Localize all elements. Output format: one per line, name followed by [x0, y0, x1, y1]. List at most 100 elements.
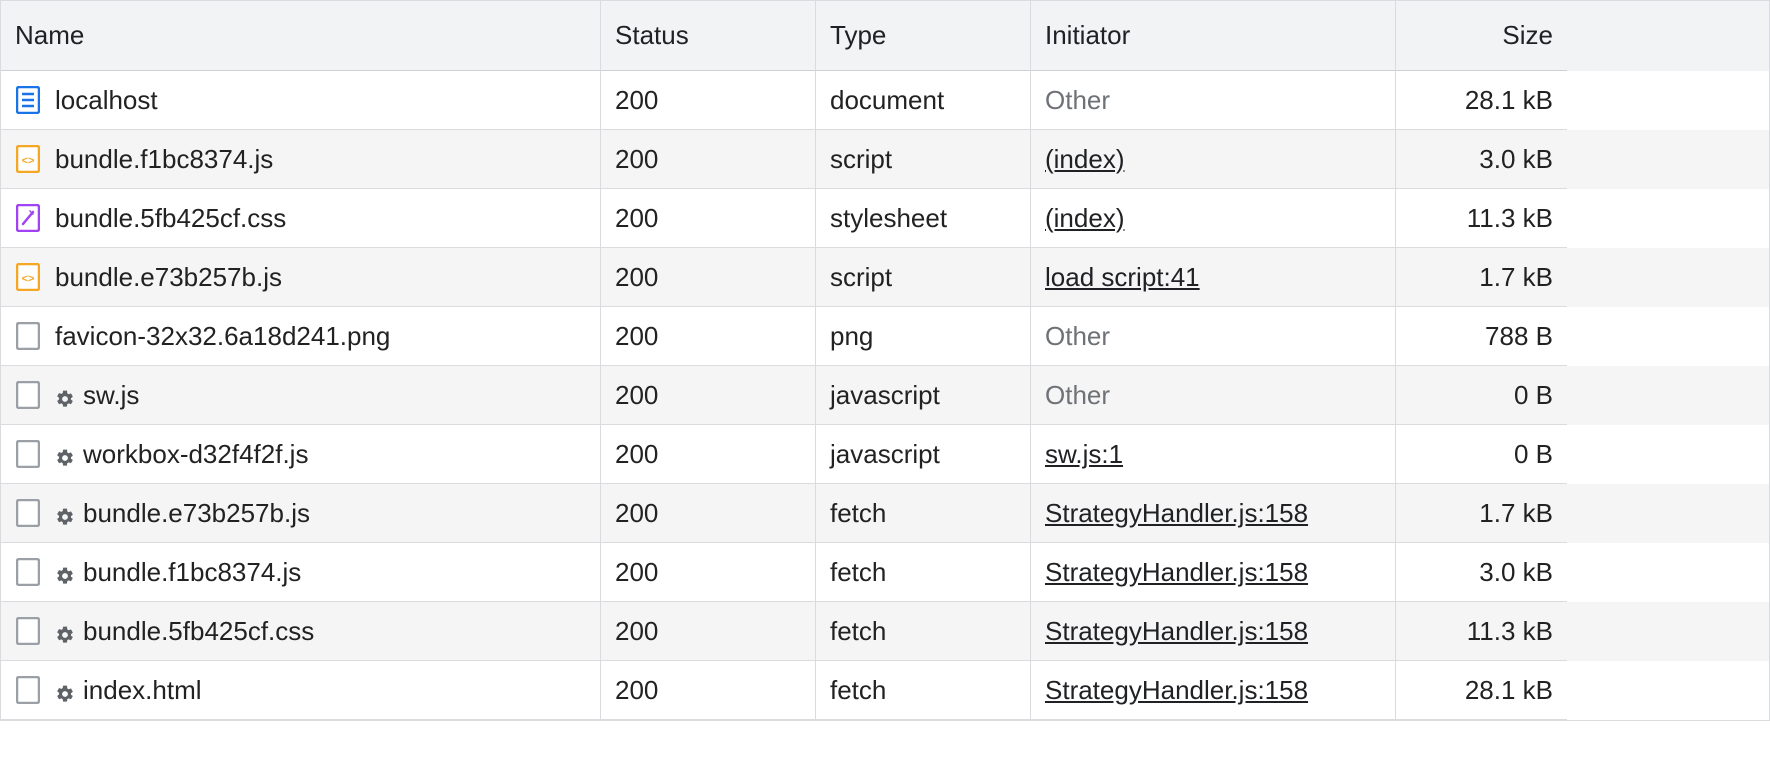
initiator-link[interactable]: (index) — [1045, 203, 1124, 234]
cell-size: 11.3 kB — [1396, 602, 1567, 661]
gear-icon — [55, 680, 75, 700]
cell-name[interactable]: bundle.e73b257b.js — [1, 484, 601, 543]
cell-status: 200 — [601, 661, 816, 720]
header-status[interactable]: Status — [601, 1, 816, 71]
cell-type: javascript — [816, 366, 1031, 425]
file-name: bundle.e73b257b.js — [55, 262, 282, 293]
cell-size: 11.3 kB — [1396, 189, 1567, 248]
cell-status: 200 — [601, 307, 816, 366]
cell-name[interactable]: favicon-32x32.6a18d241.png — [1, 307, 601, 366]
cell-size: 1.7 kB — [1396, 484, 1567, 543]
file-name: favicon-32x32.6a18d241.png — [55, 321, 390, 352]
cell-size: 3.0 kB — [1396, 543, 1567, 602]
file-name: localhost — [55, 85, 158, 116]
table-row[interactable]: bundle.f1bc8374.js200fetchStrategyHandle… — [1, 543, 1769, 602]
cell-initiator[interactable]: StrategyHandler.js:158 — [1031, 661, 1396, 720]
blank-file-icon — [15, 616, 41, 646]
table-row[interactable]: favicon-32x32.6a18d241.png200pngOther788… — [1, 307, 1769, 366]
file-name: index.html — [83, 675, 202, 706]
initiator-link[interactable]: StrategyHandler.js:158 — [1045, 616, 1308, 647]
cell-name[interactable]: localhost — [1, 71, 601, 130]
blank-file-icon — [15, 321, 41, 351]
cell-name[interactable]: bundle.f1bc8374.js — [1, 543, 601, 602]
cell-size: 3.0 kB — [1396, 130, 1567, 189]
cell-type: fetch — [816, 661, 1031, 720]
initiator-link[interactable]: StrategyHandler.js:158 — [1045, 557, 1308, 588]
file-name: bundle.5fb425cf.css — [83, 616, 314, 647]
file-name: bundle.f1bc8374.js — [55, 144, 273, 175]
cell-name[interactable]: sw.js — [1, 366, 601, 425]
gear-icon — [55, 503, 75, 523]
cell-initiator[interactable]: load script:41 — [1031, 248, 1396, 307]
gear-icon — [55, 385, 75, 405]
file-name: bundle.f1bc8374.js — [83, 557, 301, 588]
blank-file-icon — [15, 439, 41, 469]
initiator-text: Other — [1045, 85, 1110, 116]
header-type[interactable]: Type — [816, 1, 1031, 71]
blank-file-icon — [15, 557, 41, 587]
js-file-icon: <> — [15, 144, 41, 174]
header-name[interactable]: Name — [1, 1, 601, 71]
cell-size: 0 B — [1396, 366, 1567, 425]
cell-size: 788 B — [1396, 307, 1567, 366]
cell-type: fetch — [816, 602, 1031, 661]
cell-status: 200 — [601, 543, 816, 602]
cell-initiator[interactable]: (index) — [1031, 130, 1396, 189]
file-name: workbox-d32f4f2f.js — [83, 439, 308, 470]
cell-status: 200 — [601, 366, 816, 425]
initiator-link[interactable]: (index) — [1045, 144, 1124, 175]
initiator-text: Other — [1045, 380, 1110, 411]
table-row[interactable]: bundle.5fb425cf.css 200stylesheet (index) 1… — [1, 189, 1769, 248]
cell-initiator: Other — [1031, 307, 1396, 366]
cell-name[interactable]: bundle.5fb425cf.css — [1, 189, 601, 248]
table-row[interactable]: bundle.5fb425cf.css 200fetch StrategyHandl… — [1, 602, 1769, 661]
initiator-link[interactable]: StrategyHandler.js:158 — [1045, 675, 1308, 706]
cell-name[interactable]: index.html — [1, 661, 601, 720]
cell-size: 28.1 kB — [1396, 661, 1567, 720]
cell-name[interactable]: <> bundle.f1bc8374.js — [1, 130, 601, 189]
cell-initiator[interactable]: sw.js:1 — [1031, 425, 1396, 484]
gear-icon — [55, 444, 75, 464]
cell-initiator: Other — [1031, 71, 1396, 130]
cell-name[interactable]: bundle.5fb425cf.css — [1, 602, 601, 661]
network-table: Name Status Type Initiator Size localhos… — [0, 0, 1770, 721]
table-row[interactable]: index.html 200fetch StrategyHandler.js:158… — [1, 661, 1769, 720]
table-row[interactable]: sw.js 200javascript Other 0 B — [1, 366, 1769, 425]
initiator-text: Other — [1045, 321, 1110, 352]
cell-size: 1.7 kB — [1396, 248, 1567, 307]
initiator-link[interactable]: StrategyHandler.js:158 — [1045, 498, 1308, 529]
table-row[interactable]: <>bundle.e73b257b.js200scriptload script… — [1, 248, 1769, 307]
initiator-link[interactable]: sw.js:1 — [1045, 439, 1123, 470]
cell-initiator[interactable]: StrategyHandler.js:158 — [1031, 543, 1396, 602]
cell-status: 200 — [601, 189, 816, 248]
blank-file-icon — [15, 675, 41, 705]
cell-initiator[interactable]: (index) — [1031, 189, 1396, 248]
table-row[interactable]: localhost200documentOther28.1 kB — [1, 71, 1769, 130]
cell-name[interactable]: workbox-d32f4f2f.js — [1, 425, 601, 484]
initiator-link[interactable]: load script:41 — [1045, 262, 1200, 293]
header-size[interactable]: Size — [1396, 1, 1567, 71]
cell-initiator[interactable]: StrategyHandler.js:158 — [1031, 602, 1396, 661]
table-row[interactable]: bundle.e73b257b.js200fetchStrategyHandle… — [1, 484, 1769, 543]
blank-file-icon — [15, 380, 41, 410]
cell-status: 200 — [601, 248, 816, 307]
cell-initiator: Other — [1031, 366, 1396, 425]
document-file-icon — [15, 85, 41, 115]
cell-name[interactable]: <> bundle.e73b257b.js — [1, 248, 601, 307]
table-row[interactable]: <>bundle.f1bc8374.js200script(index)3.0 … — [1, 130, 1769, 189]
table-row[interactable]: workbox-d32f4f2f.js200javascriptsw.js:10… — [1, 425, 1769, 484]
cell-initiator[interactable]: StrategyHandler.js:158 — [1031, 484, 1396, 543]
cell-status: 200 — [601, 130, 816, 189]
file-name: sw.js — [83, 380, 139, 411]
cell-type: fetch — [816, 484, 1031, 543]
table-header: Name Status Type Initiator Size — [1, 1, 1769, 71]
css-file-icon — [15, 203, 41, 233]
cell-type: javascript — [816, 425, 1031, 484]
svg-text:<>: <> — [22, 273, 35, 285]
header-initiator[interactable]: Initiator — [1031, 1, 1396, 71]
cell-status: 200 — [601, 602, 816, 661]
cell-type: stylesheet — [816, 189, 1031, 248]
file-name: bundle.5fb425cf.css — [55, 203, 286, 234]
blank-file-icon — [15, 498, 41, 528]
cell-type: document — [816, 71, 1031, 130]
